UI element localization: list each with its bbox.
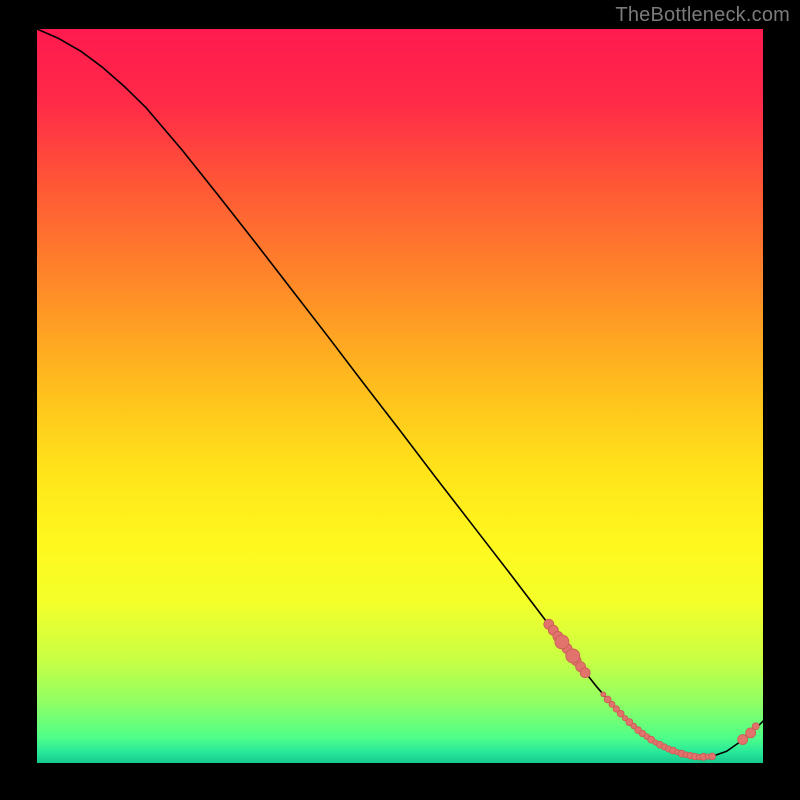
data-marker [709,753,716,760]
chart-container: TheBottleneck.com [0,0,800,800]
data-marker [738,735,748,745]
attribution-text: TheBottleneck.com [615,4,790,27]
data-marker [555,635,569,649]
chart-svg [37,29,763,763]
data-marker [601,692,606,697]
plot-area [37,29,763,763]
data-marker [752,723,759,730]
gradient-bg [37,29,763,763]
data-marker [580,668,590,678]
data-marker [566,649,580,663]
